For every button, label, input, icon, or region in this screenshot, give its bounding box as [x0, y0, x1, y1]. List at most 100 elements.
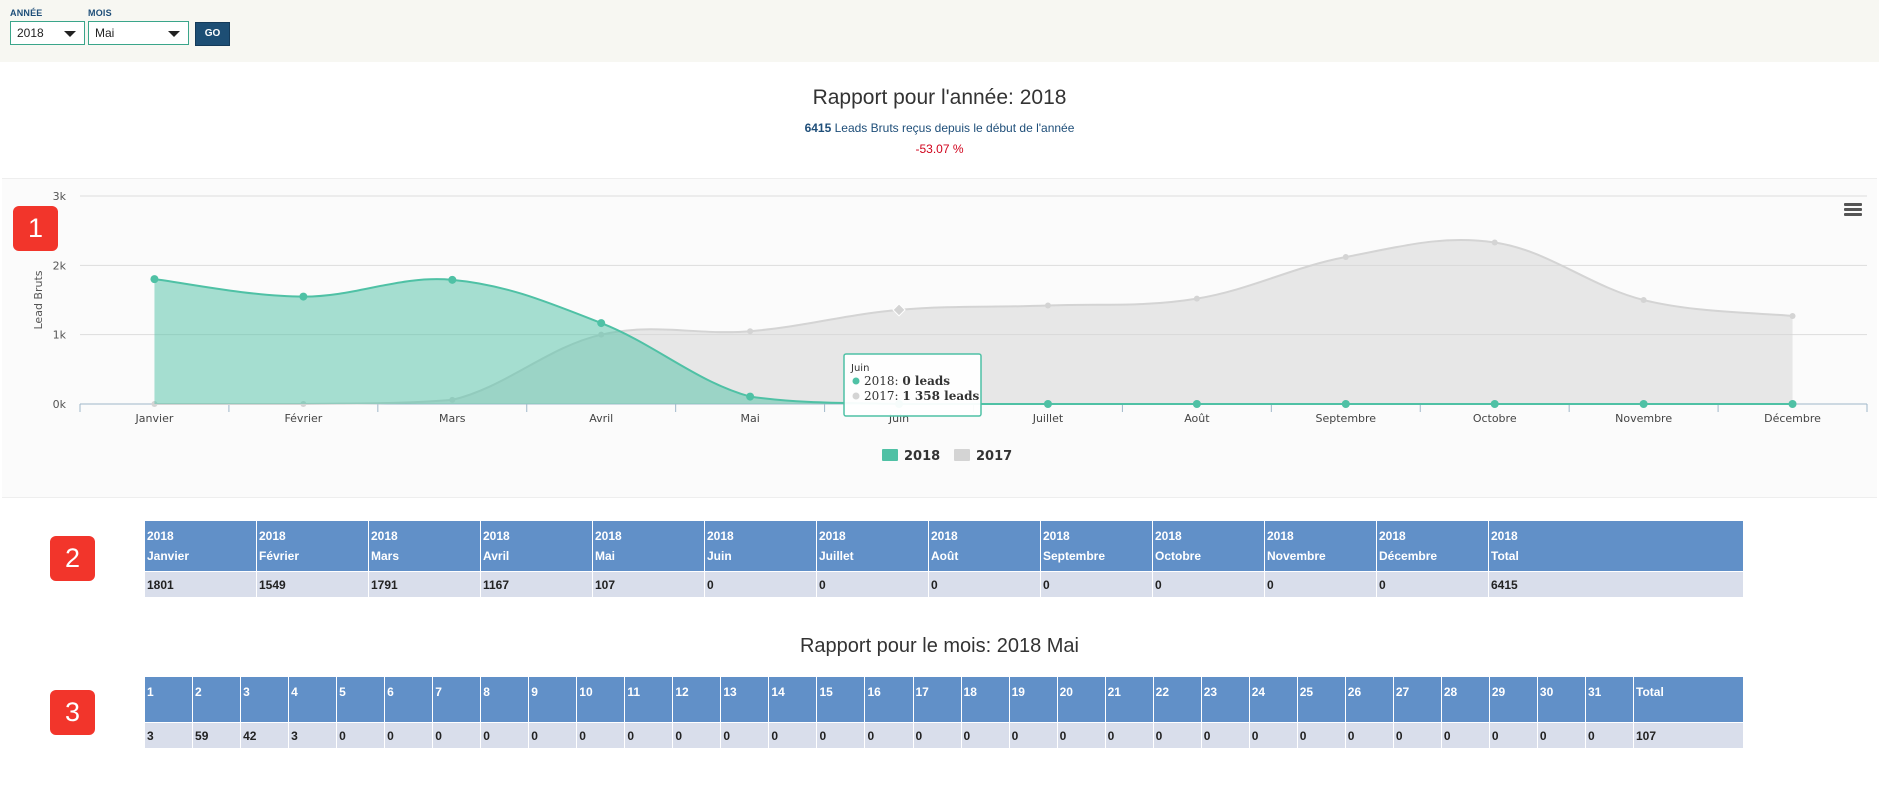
legend-swatch: [954, 449, 970, 461]
x-tick-label: Août: [1184, 412, 1210, 425]
data-point: [746, 392, 755, 401]
y-tick-label: 2k: [53, 259, 67, 272]
header-year: 2018: [707, 529, 734, 543]
month-table-header: 17: [912, 676, 962, 723]
year-table-cell: 0: [704, 571, 817, 598]
month-table-cell: 42: [240, 722, 290, 749]
year-table-cell: 1791: [368, 571, 481, 598]
month-table-header: 31: [1584, 676, 1635, 723]
month-table-cell: 0: [1200, 722, 1250, 749]
tooltip-series-label: 2017:: [864, 389, 902, 403]
year-table-header: 2018 Septembre: [1040, 520, 1153, 572]
month-table-header: 4: [288, 676, 338, 723]
header-year: 2018: [819, 529, 846, 543]
year-table-cell: 0: [1040, 571, 1153, 598]
data-point: [299, 292, 308, 301]
leads-area-chart: 0k 1k 2k 3k Lead Bruts Janvier Février Mars Avri…: [32, 190, 1868, 464]
month-table-cell: 0: [384, 722, 434, 749]
table-row: 3 59 42 3 0 0 0 0 0 0 0 0 0 0 0 0 0 0 0 0 0 0 0 0 0 0 0 0 0 0 0 107: [143, 722, 1744, 749]
month-table-cell: 0: [1008, 722, 1058, 749]
tooltip-series-value: 1 358 leads: [902, 389, 979, 403]
year-table-header: 2018 Juin: [704, 520, 817, 572]
legend-label: 2018: [904, 449, 940, 464]
header-month: Février: [259, 549, 300, 563]
month-table-cell: 0: [1056, 722, 1106, 749]
header-month: Septembre: [1043, 549, 1106, 563]
chart-menu-icon[interactable]: [1844, 203, 1862, 217]
month-table-cell: 0: [960, 722, 1010, 749]
tooltip-series-label: 2018:: [864, 374, 902, 388]
year-table-header: 2018 Avril: [480, 520, 593, 572]
month-table-header: 11: [624, 676, 674, 723]
header-month: Mars: [371, 549, 400, 563]
month-report-title: Rapport pour le mois: 2018 Mai: [799, 635, 1080, 657]
month-table-cell: 3: [288, 722, 338, 749]
badge-2: 2: [50, 536, 95, 581]
x-tick-label: Mai: [740, 412, 759, 425]
header-year: 2018: [1155, 529, 1182, 543]
month-table-header: 28: [1440, 676, 1490, 723]
header-month: Avril: [483, 549, 510, 563]
year-table-cell: 0: [928, 571, 1041, 598]
month-table-header: Total: [1633, 676, 1744, 723]
month-table-cell: 0: [528, 722, 578, 749]
year-table-header: 2018 Juillet: [816, 520, 929, 572]
month-table-cell: 0: [864, 722, 914, 749]
year-table-header: 2018 Octobre: [1152, 520, 1265, 572]
year-table-cell: 1549: [256, 571, 369, 598]
year-table-cell: 0: [1376, 571, 1489, 598]
month-table-header: 22: [1152, 676, 1202, 723]
y-tick-label: 3k: [53, 190, 67, 203]
month-table-header: 14: [768, 676, 818, 723]
x-tick-label: Janvier: [135, 412, 174, 425]
header-year: 2018: [259, 529, 286, 543]
header-year: 2018: [931, 529, 958, 543]
x-tick-label: Avril: [589, 412, 613, 425]
month-table-header: 8: [480, 676, 530, 723]
month-table-header: 9: [528, 676, 578, 723]
month-table-cell: 0: [624, 722, 674, 749]
month-table-header: 23: [1200, 676, 1250, 723]
month-table-cell: 0: [1488, 722, 1538, 749]
year-table-header: 2018 Février: [256, 520, 369, 572]
data-point: [1640, 297, 1647, 303]
month-table-cell: 0: [480, 722, 530, 749]
legend-swatch: [882, 449, 898, 461]
x-tick-label: Octobre: [1473, 412, 1517, 425]
month-table-header: 15: [816, 676, 866, 723]
data-point: [747, 328, 754, 335]
month-table-cell: 0: [912, 722, 962, 749]
year-table-header: 2018 Total: [1488, 520, 1744, 572]
data-point: [1490, 400, 1499, 408]
tooltip-line: 2017: 1 358 leads: [864, 389, 980, 403]
month-table-cell: 0: [1536, 722, 1586, 749]
header-month: Décembre: [1379, 549, 1438, 563]
month-table-cell: 3: [143, 722, 194, 749]
x-tick-label: Juillet: [1032, 412, 1064, 425]
tooltip-series-value: 0 leads: [902, 374, 950, 388]
year-table-cell: 1167: [480, 571, 593, 598]
badge-3: 3: [50, 690, 95, 735]
month-table-header: 26: [1344, 676, 1394, 723]
header-month: Novembre: [1267, 549, 1326, 563]
header-year: 2018: [1043, 529, 1070, 543]
year-table-header: 2018 Janvier: [144, 520, 257, 572]
data-point: [1044, 302, 1051, 309]
data-point: [1193, 295, 1200, 302]
tooltip-title: Juin: [850, 363, 869, 374]
year-table-header: 2018 Mars: [368, 520, 481, 572]
year-table-header-row: 2018 Janvier 2018 Février 2018 Mars 2018 Avril 2…: [144, 520, 1744, 572]
data-point: [1789, 312, 1796, 319]
year-table-cell: 6415: [1488, 571, 1744, 598]
month-table-cell: 0: [1248, 722, 1298, 749]
data-point: [1639, 400, 1648, 408]
header-year: 2018: [1267, 529, 1294, 543]
year-table-cell: 0: [816, 571, 929, 598]
year-table-header: 2018 Novembre: [1264, 520, 1377, 572]
data-point: [597, 319, 606, 328]
year-table-header: 2018 Mai: [592, 520, 705, 572]
header-month: Octobre: [1155, 549, 1202, 563]
y-axis-label: Lead Bruts: [32, 270, 45, 329]
month-table-header: 24: [1248, 676, 1298, 723]
y-tick-label: 1k: [53, 329, 67, 342]
